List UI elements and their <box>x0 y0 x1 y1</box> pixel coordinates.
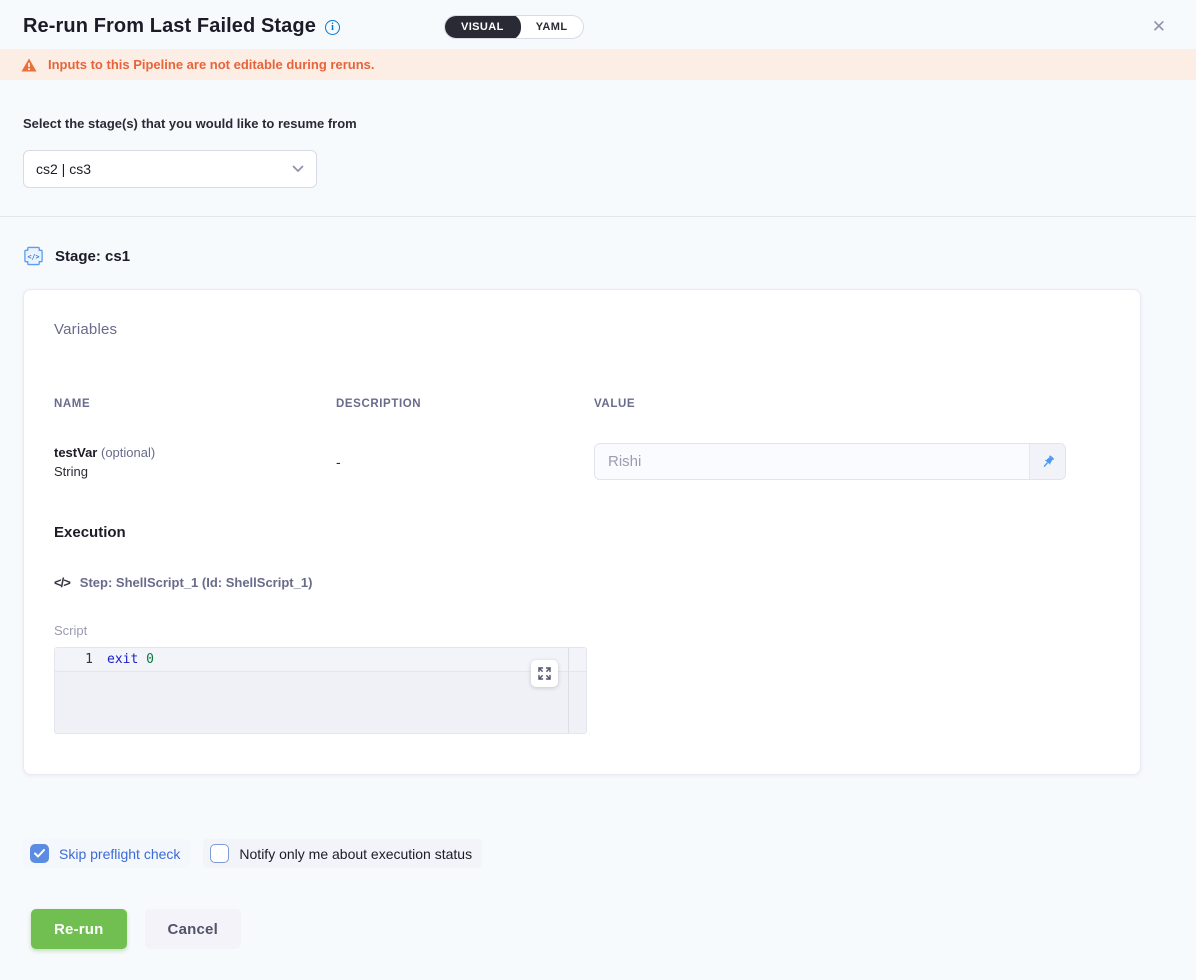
variables-section-title: Variables <box>54 321 1110 338</box>
dialog-header: Re-run From Last Failed Stage i VISUAL Y… <box>0 0 1196 49</box>
stage-select-label: Select the stage(s) that you would like … <box>23 116 1173 131</box>
toggle-visual[interactable]: VISUAL <box>444 15 521 39</box>
input-type-selector[interactable] <box>1030 444 1065 479</box>
step-label: Step: ShellScript_1 (Id: ShellScript_1) <box>80 575 313 590</box>
variable-name: testVar <box>54 445 97 460</box>
svg-text:</>: </> <box>27 253 39 261</box>
expand-icon <box>538 667 551 680</box>
script-code-editor[interactable]: 1 exit 0 <box>54 647 587 734</box>
variables-table-header: NAME DESCRIPTION VALUE <box>54 398 1110 410</box>
line-number: 1 <box>55 652 107 667</box>
cancel-button[interactable]: Cancel <box>145 909 241 949</box>
skip-preflight-checkbox[interactable]: Skip preflight check <box>23 839 190 868</box>
stage-title: Stage: cs1 <box>55 248 130 265</box>
pin-icon <box>1040 454 1056 470</box>
code-number: 0 <box>138 652 154 667</box>
dialog-title: Re-run From Last Failed Stage <box>23 15 316 38</box>
checkbox-checked-icon <box>30 844 49 863</box>
variable-value-input[interactable]: Rishi <box>594 443 1066 480</box>
variable-value-text: Rishi <box>595 444 1030 479</box>
notify-only-me-label: Notify only me about execution status <box>239 846 472 862</box>
code-keyword: exit <box>107 652 138 667</box>
warning-banner: Inputs to this Pipeline are not editable… <box>0 49 1196 80</box>
variable-description: - <box>319 454 594 470</box>
variable-optional-tag: (optional) <box>101 445 155 460</box>
column-header-value: VALUE <box>594 398 1066 410</box>
stage-heading: </> Stage: cs1 <box>23 246 1173 266</box>
chevron-down-icon <box>292 165 304 173</box>
dialog-footer: Re-run Cancel <box>31 909 1173 949</box>
stage-select-value: cs2 | cs3 <box>36 161 292 177</box>
stage-select-dropdown[interactable]: cs2 | cs3 <box>23 150 317 188</box>
variable-type: String <box>54 464 319 479</box>
toggle-yaml[interactable]: YAML <box>520 15 584 39</box>
step-heading: </> Step: ShellScript_1 (Id: ShellScript… <box>54 575 1110 590</box>
variable-name-cell: testVar (optional) String <box>54 445 319 479</box>
execution-section-title: Execution <box>54 524 1110 541</box>
options-row: Skip preflight check Notify only me abou… <box>23 839 1173 868</box>
warning-icon <box>21 58 37 72</box>
visual-yaml-toggle: VISUAL YAML <box>444 15 585 39</box>
custom-stage-icon: </> <box>23 246 44 266</box>
column-header-description: DESCRIPTION <box>319 398 594 410</box>
stage-select-section: Select the stage(s) that you would like … <box>0 80 1196 217</box>
code-step-icon: </> <box>54 575 70 590</box>
warning-text: Inputs to this Pipeline are not editable… <box>48 57 374 72</box>
notify-only-me-checkbox[interactable]: Notify only me about execution status <box>203 839 482 868</box>
skip-preflight-label: Skip preflight check <box>59 846 180 862</box>
rerun-button[interactable]: Re-run <box>31 909 127 949</box>
script-field-label: Script <box>54 623 1110 638</box>
column-header-name: NAME <box>54 398 319 410</box>
info-icon[interactable]: i <box>325 20 340 35</box>
variable-row: testVar (optional) String - Rishi <box>54 443 1110 480</box>
checkbox-unchecked-icon <box>210 844 229 863</box>
editor-scrollbar[interactable] <box>568 648 569 733</box>
close-icon[interactable]: ✕ <box>1146 14 1172 39</box>
expand-editor-button[interactable] <box>531 660 558 687</box>
stage-form-card: Variables NAME DESCRIPTION VALUE testVar… <box>23 289 1141 775</box>
code-line: 1 exit 0 <box>55 648 586 672</box>
